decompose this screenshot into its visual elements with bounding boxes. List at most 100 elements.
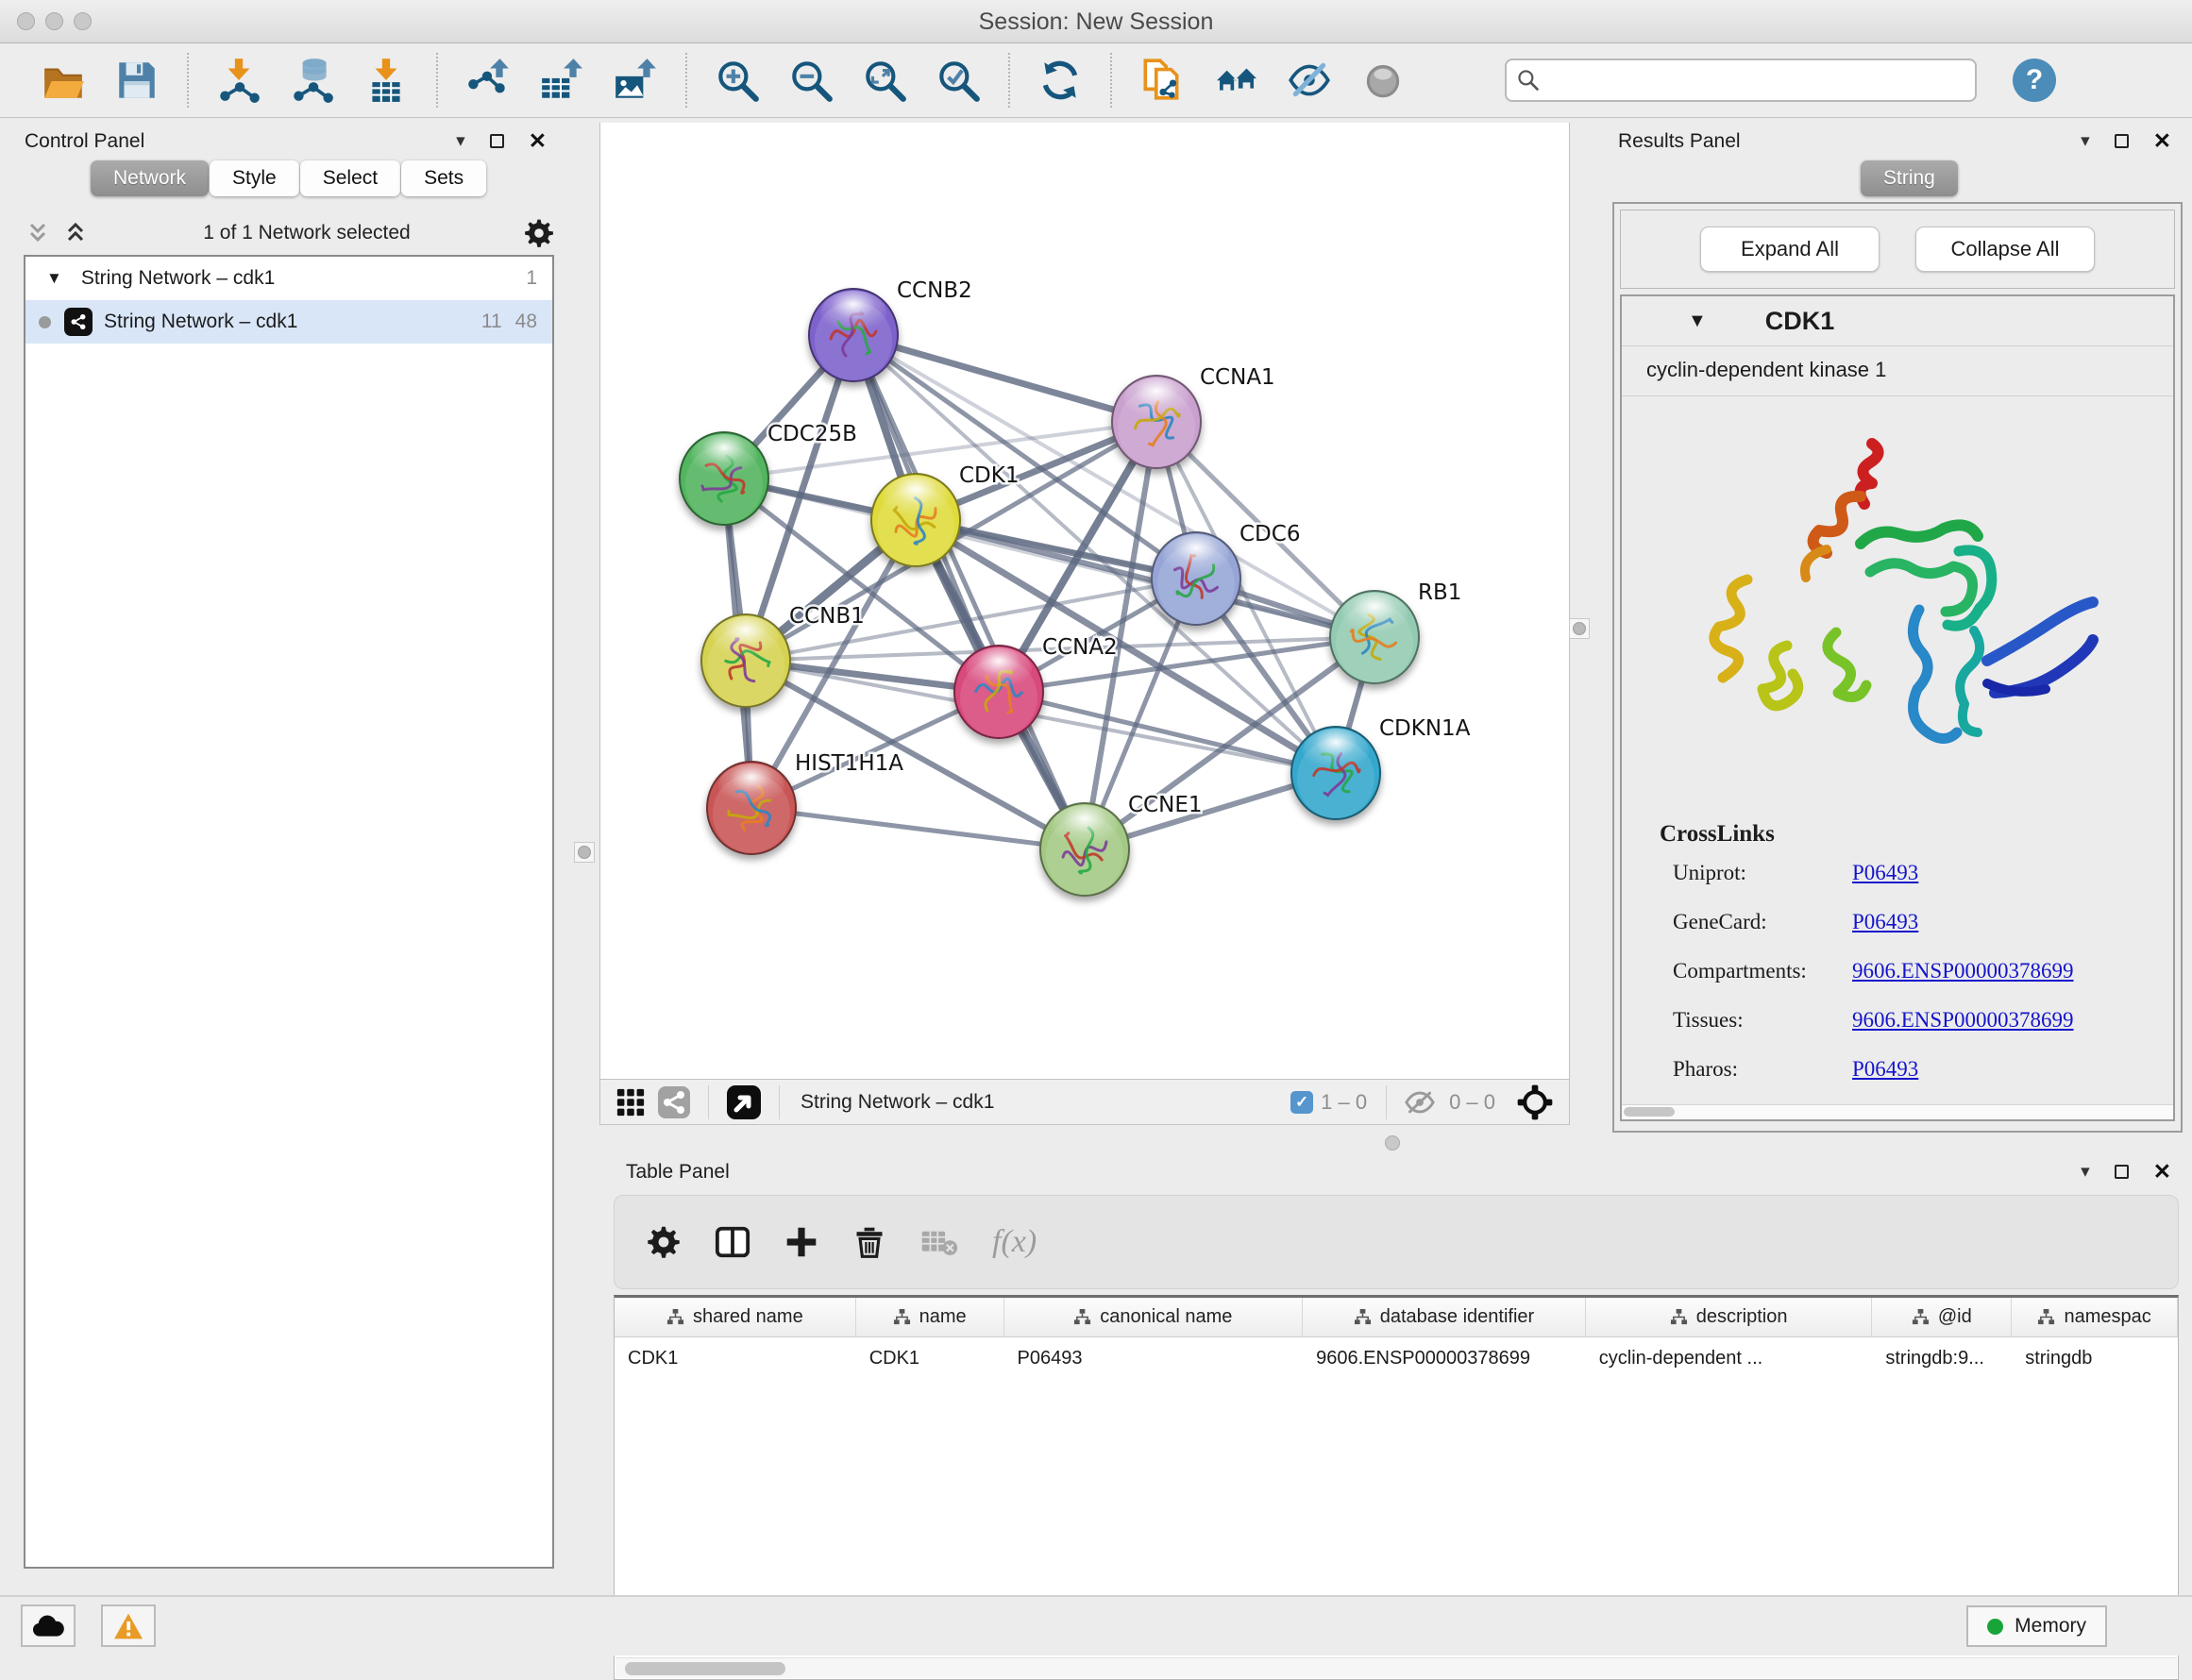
delete-column-trash-icon[interactable] — [852, 1225, 886, 1259]
help-button[interactable]: ? — [2013, 59, 2056, 102]
node-CCNE1[interactable] — [1040, 803, 1129, 896]
collapse-all-chevron-icon[interactable] — [24, 219, 52, 247]
warnings-button[interactable] — [101, 1604, 156, 1647]
edge-CDK1-RB1[interactable] — [916, 520, 1374, 637]
crosslink-link[interactable]: P06493 — [1852, 910, 1918, 934]
zoom-in-button[interactable] — [708, 51, 767, 109]
expand-all-chevron-icon[interactable] — [61, 219, 90, 247]
tab-select[interactable]: Select — [300, 160, 400, 196]
cloud-button[interactable] — [21, 1604, 76, 1647]
column-header-database-identifier[interactable]: database identifier — [1303, 1298, 1586, 1336]
show-graphics-details-button[interactable] — [1354, 51, 1412, 109]
expand-all-button[interactable]: Expand All — [1700, 227, 1880, 272]
control-panel-close-icon[interactable]: ✕ — [529, 128, 547, 154]
network-row[interactable]: String Network – cdk1 11 48 — [25, 300, 552, 344]
import-network-database-button[interactable] — [283, 51, 342, 109]
export-table-file-button[interactable] — [532, 51, 591, 109]
network-options-gear-icon[interactable] — [524, 218, 554, 248]
node-CCNA2[interactable] — [954, 646, 1043, 738]
control-panel: Control Panel ▾ ✕ NetworkStyleSelectSets… — [9, 123, 564, 1582]
crosslink-link[interactable]: 9606.ENSP00000378699 — [1852, 1008, 2074, 1033]
search-input[interactable] — [1548, 61, 1965, 99]
table-cell: stringdb:9... — [1872, 1337, 2012, 1379]
node-RB1[interactable] — [1330, 591, 1419, 683]
node-HIST1H1A[interactable] — [707, 762, 796, 854]
show-columns-icon[interactable] — [715, 1224, 750, 1260]
gene-section-scrollbar[interactable] — [1622, 1104, 2173, 1119]
zoom-out-button[interactable] — [782, 51, 840, 109]
string-results-box: Expand All Collapse All ▼ CDK1 cyclin-de… — [1612, 202, 2183, 1133]
node-label-CCNB1: CCNB1 — [789, 604, 865, 629]
network-collection-row[interactable]: ▼ String Network – cdk1 1 — [25, 257, 552, 300]
tab-string[interactable]: String — [1861, 160, 1958, 196]
results-panel-close-icon[interactable]: ✕ — [2153, 128, 2171, 154]
column-header-@id[interactable]: @id — [1872, 1298, 2012, 1336]
edge-HIST1H1A-CCNE1[interactable] — [751, 808, 1085, 849]
export-image-file-button[interactable] — [606, 51, 665, 109]
horizontal-splitter-handle[interactable] — [1385, 1135, 1400, 1151]
crosslink-link[interactable]: P06493 — [1852, 1057, 1918, 1082]
open-session-button[interactable] — [34, 51, 93, 109]
zoom-fit-button[interactable] — [855, 51, 914, 109]
results-panel-collapse-icon[interactable]: ▾ — [2081, 130, 2090, 152]
window-close-button[interactable] — [17, 12, 35, 30]
column-header-canonical-name[interactable]: canonical name — [1004, 1298, 1304, 1336]
zoom-selected-icon — [935, 57, 982, 104]
collapse-all-button[interactable]: Collapse All — [1915, 227, 2095, 272]
search-box[interactable] — [1505, 59, 1977, 102]
node-CDC25B[interactable] — [680, 432, 768, 525]
fit-selected-crosshair-icon[interactable] — [1516, 1084, 1554, 1121]
expander-triangle-icon[interactable]: ▼ — [46, 269, 62, 288]
table-panel-float-icon[interactable] — [2115, 1165, 2129, 1179]
gene-expander-icon[interactable]: ▼ — [1688, 311, 1707, 332]
control-panel-title: Control Panel — [25, 130, 144, 153]
export-network-file-button[interactable] — [459, 51, 517, 109]
table-cell: cyclin-dependent ... — [1586, 1337, 1873, 1379]
hide-graphics-details-button[interactable] — [1280, 51, 1339, 109]
grid-view-icon[interactable] — [615, 1087, 646, 1117]
save-session-button[interactable] — [108, 51, 166, 109]
table-row[interactable]: CDK1CDK1P064939606.ENSP00000378699cyclin… — [615, 1337, 2178, 1379]
collection-label: String Network – cdk1 — [81, 267, 275, 290]
clone-network-button[interactable] — [1133, 51, 1191, 109]
crosslink-link[interactable]: 9606.ENSP00000378699 — [1852, 959, 2074, 983]
right-splitter-handle[interactable] — [1569, 618, 1590, 639]
zoom-selected-button[interactable] — [929, 51, 987, 109]
table-horizontal-scrollbar[interactable] — [615, 1657, 2177, 1678]
node-CDKN1A[interactable] — [1291, 727, 1380, 819]
node-CDC6[interactable] — [1152, 532, 1240, 625]
control-panel-collapse-icon[interactable]: ▾ — [456, 130, 465, 152]
column-header-name[interactable]: name — [856, 1298, 1004, 1336]
tab-sets[interactable]: Sets — [401, 160, 486, 196]
share-view-icon[interactable] — [657, 1085, 691, 1119]
network-canvas[interactable]: CCNB2CCNA1CDC25BCDK1CDC6RB1CCNB1CCNA2CDK… — [599, 123, 1570, 1079]
add-column-plus-icon[interactable] — [784, 1225, 818, 1259]
tab-network[interactable]: Network — [91, 160, 209, 196]
column-header-description[interactable]: description — [1586, 1298, 1873, 1336]
node-label-CCNA2: CCNA2 — [1042, 635, 1118, 660]
column-header-shared-name[interactable]: shared name — [615, 1298, 856, 1336]
column-header-namespac[interactable]: namespac — [2012, 1298, 2178, 1336]
import-table-file-button[interactable] — [357, 51, 415, 109]
import-network-file-button[interactable] — [210, 51, 268, 109]
window-zoom-button[interactable] — [74, 12, 92, 30]
crosslink-link[interactable]: P06493 — [1852, 861, 1918, 885]
table-settings-gear-icon[interactable] — [647, 1225, 681, 1259]
node-CCNB1[interactable] — [701, 614, 790, 707]
selected-checkbox-icon[interactable]: ✓ — [1290, 1091, 1313, 1114]
tab-style[interactable]: Style — [210, 160, 299, 196]
control-panel-float-icon[interactable] — [490, 134, 504, 148]
left-splitter-handle[interactable] — [574, 842, 595, 863]
network-graph[interactable]: CCNB2CCNA1CDC25BCDK1CDC6RB1CCNB1CCNA2CDK… — [600, 123, 1571, 1079]
node-CCNB2[interactable] — [809, 289, 898, 381]
results-panel-float-icon[interactable] — [2115, 134, 2129, 148]
birds-eye-popout-icon[interactable] — [726, 1084, 762, 1120]
window-minimize-button[interactable] — [45, 12, 63, 30]
table-panel-collapse-icon[interactable]: ▾ — [2081, 1161, 2090, 1183]
memory-button[interactable]: Memory — [1966, 1605, 2107, 1647]
node-CDK1[interactable] — [871, 474, 960, 566]
node-CCNA1[interactable] — [1112, 376, 1201, 468]
refresh-view-button[interactable] — [1031, 51, 1089, 109]
table-panel-close-icon[interactable]: ✕ — [2153, 1159, 2171, 1184]
string-protein-query-button[interactable] — [1206, 51, 1265, 109]
